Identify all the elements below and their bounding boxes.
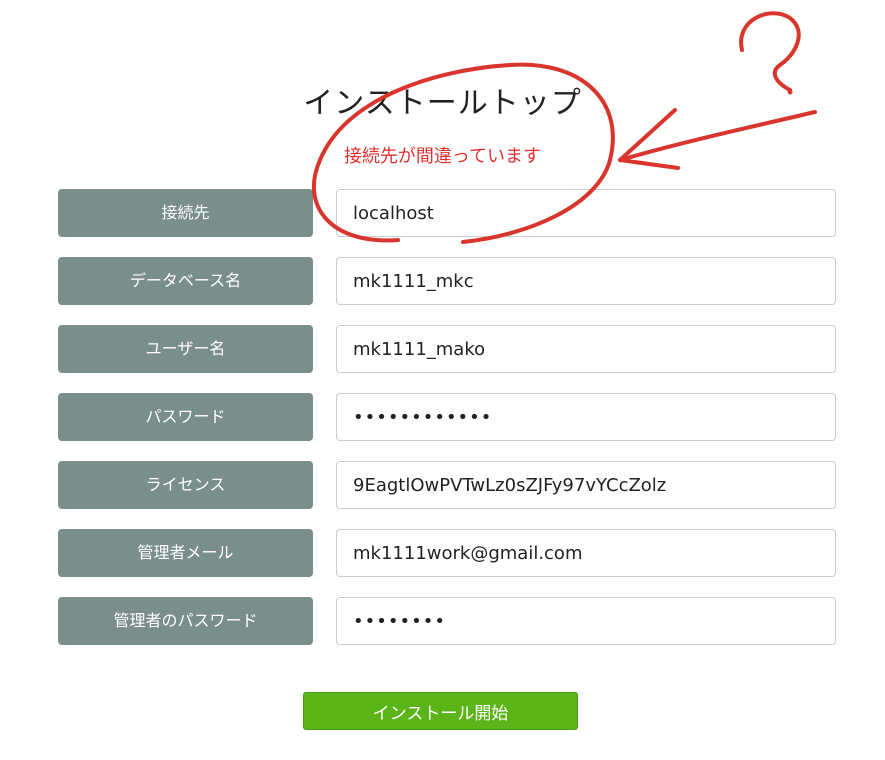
username-label: ユーザー名 bbox=[58, 325, 313, 373]
form-row-database: データベース名 bbox=[58, 257, 836, 305]
username-input[interactable] bbox=[336, 325, 836, 373]
form-row-username: ユーザー名 bbox=[58, 325, 836, 373]
host-label: 接続先 bbox=[58, 189, 313, 237]
database-name-label: データベース名 bbox=[58, 257, 313, 305]
admin-email-label: 管理者メール bbox=[58, 529, 313, 577]
admin-password-label: 管理者のパスワード bbox=[58, 597, 313, 645]
form-row-host: 接続先 bbox=[58, 189, 836, 237]
install-start-button[interactable]: インストール開始 bbox=[303, 692, 578, 730]
admin-email-input[interactable] bbox=[336, 529, 836, 577]
admin-password-input[interactable] bbox=[336, 597, 836, 645]
database-name-input[interactable] bbox=[336, 257, 836, 305]
form-row-admin-email: 管理者メール bbox=[58, 529, 836, 577]
host-input[interactable] bbox=[336, 189, 836, 237]
page-title: インストールトップ bbox=[303, 86, 582, 121]
install-form: 接続先 データベース名 ユーザー名 パスワード ライセンス 管理者メール 管理者… bbox=[58, 189, 836, 665]
license-label: ライセンス bbox=[58, 461, 313, 509]
form-row-admin-password: 管理者のパスワード bbox=[58, 597, 836, 645]
license-input[interactable] bbox=[336, 461, 836, 509]
error-message: 接続先が間違っています bbox=[343, 146, 542, 167]
password-input[interactable] bbox=[336, 393, 836, 441]
form-row-password: パスワード bbox=[58, 393, 836, 441]
password-label: パスワード bbox=[58, 393, 313, 441]
form-row-license: ライセンス bbox=[58, 461, 836, 509]
